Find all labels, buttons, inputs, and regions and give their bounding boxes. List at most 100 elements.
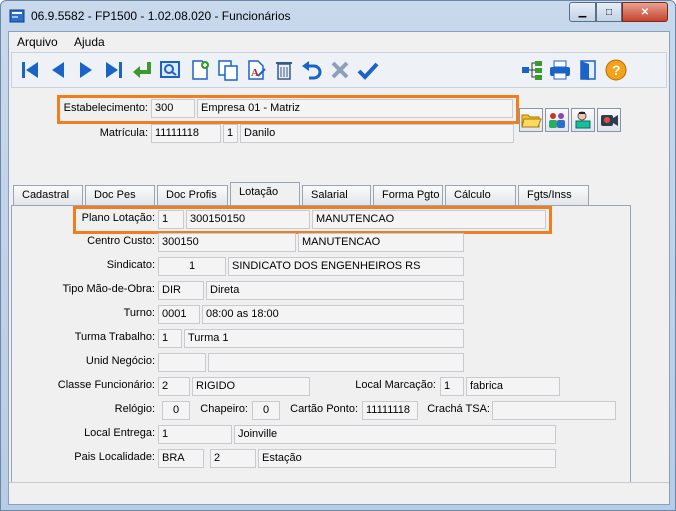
app-window: 06.9.5582 - FP1500 - 1.02.08.020 - Funci… [0,0,676,511]
turno-desc-field: 08:00 as 18:00 [202,305,464,324]
next-icon[interactable] [74,58,98,82]
folder-icon [521,114,542,128]
local-marcacao-desc-field: fabrica [466,377,560,396]
plano-lotacao-num-field[interactable]: 1 [158,210,184,229]
people-icon [549,113,565,128]
client-area: Arquivo Ajuda A ? Estabelecimento: 300 E… [8,31,670,505]
estabelecimento-name-field: Empresa 01 - Matriz [197,99,513,118]
tab-cadastral[interactable]: Cadastral [13,185,83,205]
estabelecimento-label: Estabelecimento: [63,102,148,114]
local-marcacao-label: Local Marcação: [355,379,436,391]
relogio-field[interactable]: 0 [162,401,190,420]
tab-fgts-inss[interactable]: Fgts/Inss [518,185,589,205]
confirm-icon[interactable] [356,58,380,82]
pais-localidade-desc-field: Estação [258,449,556,468]
last-icon[interactable] [102,58,126,82]
classe-funcionario-desc-field: RIGIDO [192,377,310,396]
new-icon[interactable] [188,58,212,82]
exit-icon[interactable] [576,58,600,82]
pais-localidade-label: Pais Localidade: [74,451,155,463]
print-icon[interactable] [548,58,572,82]
matricula-name-field: Danilo [240,124,514,143]
local-entrega-code-field[interactable]: 1 [158,425,232,444]
turno-code-field[interactable]: 0001 [158,305,200,324]
minimize-button[interactable]: ▁ [569,2,596,22]
first-icon[interactable] [18,58,42,82]
unid-negocio-code-field[interactable] [158,353,206,372]
local-entrega-label: Local Entrega: [84,427,155,439]
status-bar [9,482,669,504]
relogio-label: Relógio: [114,403,155,415]
return-icon[interactable] [130,58,154,82]
camera-button[interactable] [597,108,621,132]
local-marcacao-code-field[interactable]: 1 [440,377,464,396]
local-entrega-desc-field: Joinville [234,425,556,444]
turma-trabalho-label: Turma Trabalho: [74,331,155,343]
user-computer-icon [575,111,591,129]
user-pc-button[interactable] [571,108,595,132]
tab-forma-pgto[interactable]: Forma Pgto [373,185,443,205]
maximize-button[interactable]: □ [596,2,622,22]
copy-icon[interactable] [216,58,240,82]
tab-doc-pes[interactable]: Doc Pes [85,185,155,205]
estabelecimento-code-field[interactable]: 300 [151,99,195,118]
classe-funcionario-code-field[interactable]: 2 [158,377,190,396]
plano-lotacao-code-field[interactable]: 300150150 [186,210,310,229]
tab-strip: Cadastral Doc Pes Doc Profis Lotação Sal… [11,182,667,206]
toolbar: A ? [11,52,667,88]
centro-custo-label: Centro Custo: [87,235,155,247]
sindicato-code-field[interactable]: 1 [158,257,226,276]
form-area: Estabelecimento: 300 Empresa 01 - Matriz… [11,90,667,502]
open-folder-button[interactable] [519,108,543,132]
svg-text:?: ? [612,62,621,78]
delete-icon[interactable] [272,58,296,82]
menu-ajuda[interactable]: Ajuda [74,35,105,49]
cancel-icon[interactable] [328,58,352,82]
centro-custo-desc-field: MANUTENCAO [298,233,464,252]
tipo-mao-obra-label: Tipo Mão-de-Obra: [62,283,155,295]
menu-arquivo[interactable]: Arquivo [17,35,58,49]
matricula-code-field[interactable]: 11111118 [151,124,221,143]
cartao-ponto-label: Cartão Ponto: [290,403,358,415]
turma-trabalho-code-field[interactable]: 1 [158,329,182,348]
people-button[interactable] [545,108,569,132]
video-camera-icon [601,115,618,126]
undo-icon[interactable] [300,58,324,82]
unid-negocio-desc-field [208,353,464,372]
tipo-mao-obra-desc-field: Direta [206,281,464,300]
previous-icon[interactable] [46,58,70,82]
turma-trabalho-desc-field: Turma 1 [184,329,464,348]
sindicato-desc-field: SINDICATO DOS ENGENHEIROS RS [228,257,464,276]
centro-custo-code-field[interactable]: 300150 [158,233,296,252]
window-title: 06.9.5582 - FP1500 - 1.02.08.020 - Funci… [31,9,291,23]
help-icon[interactable]: ? [604,58,628,82]
app-icon [9,9,25,23]
matricula-label: Matrícula: [99,127,148,139]
tipo-mao-obra-code-field[interactable]: DIR [158,281,204,300]
tab-doc-profis[interactable]: Doc Profis [157,185,228,205]
unid-negocio-label: Unid Negócio: [85,355,155,367]
plano-lotacao-label: Plano Lotação: [81,212,155,224]
cracha-tsa-field[interactable] [492,401,616,420]
pais-localidade-code-field[interactable]: BRA [158,449,204,468]
matricula-seq-field[interactable]: 1 [223,124,238,143]
classe-funcionario-label: Classe Funcionário: [57,379,155,391]
tab-calculo[interactable]: Cálculo [445,185,516,205]
tree-icon[interactable] [520,58,544,82]
pais-localidade-num-field[interactable]: 2 [210,449,256,468]
menu-bar: Arquivo Ajuda [9,32,669,50]
svg-text:A: A [251,67,259,79]
close-button[interactable]: ✕ [622,2,668,22]
tab-salarial[interactable]: Salarial [302,185,371,205]
title-bar: 06.9.5582 - FP1500 - 1.02.08.020 - Funci… [1,1,675,31]
tab-lotacao[interactable]: Lotação [230,182,300,206]
sindicato-label: Sindicato: [106,259,155,271]
cartao-ponto-field[interactable]: 11111118 [362,401,418,420]
chapeiro-field[interactable]: 0 [252,401,280,420]
turno-label: Turno: [123,307,155,319]
cracha-tsa-label: Crachá TSA: [427,403,490,415]
edit-icon[interactable]: A [244,58,268,82]
plano-lotacao-desc-field: MANUTENCAO [312,210,546,229]
search-icon[interactable] [158,58,182,82]
chapeiro-label: Chapeiro: [200,403,248,415]
